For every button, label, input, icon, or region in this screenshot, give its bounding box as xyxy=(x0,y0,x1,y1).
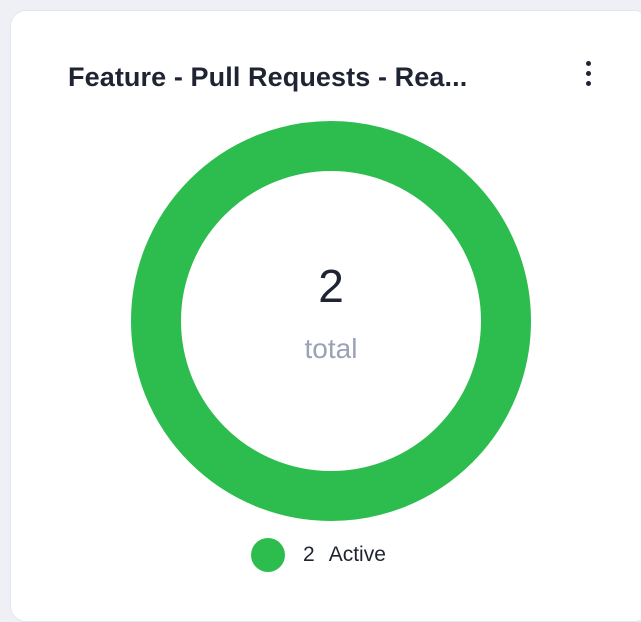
more-dot xyxy=(585,80,591,86)
more-dot xyxy=(585,70,591,76)
more-options-icon[interactable] xyxy=(575,53,601,93)
legend-label-active[interactable]: Active xyxy=(329,543,386,567)
more-dot xyxy=(585,60,591,66)
legend-swatch-active xyxy=(251,538,285,572)
chart-legend: 2 Active xyxy=(251,537,386,573)
legend-count-active: 2 xyxy=(303,543,315,566)
donut-total-label: total xyxy=(304,333,358,364)
widget-card: Feature - Pull Requests - Rea... 2 total… xyxy=(10,10,641,622)
widget-title[interactable]: Feature - Pull Requests - Rea... xyxy=(68,61,550,93)
donut-segment-active[interactable] xyxy=(131,121,531,521)
donut-chart xyxy=(131,121,531,521)
donut-total-value: 2 xyxy=(318,260,344,312)
